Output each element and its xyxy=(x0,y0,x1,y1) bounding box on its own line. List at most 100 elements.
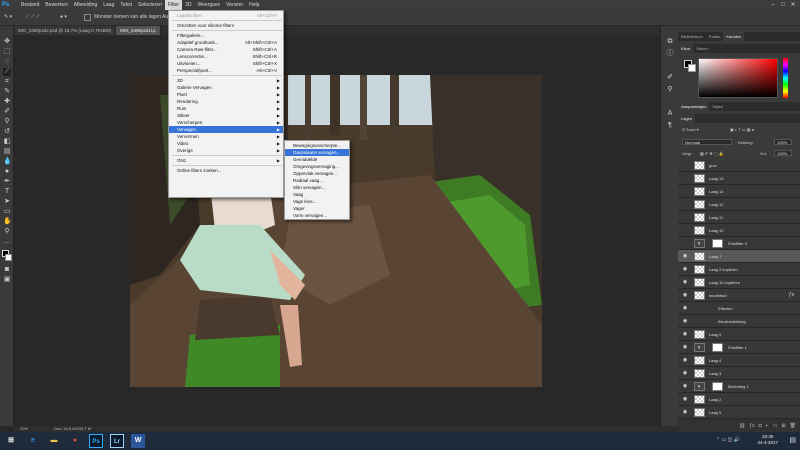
visibility-eye-icon[interactable] xyxy=(682,201,688,207)
filter-menu-item[interactable]: Online filters zoeken... xyxy=(169,167,283,174)
filter-menu-item[interactable]: Perspectiefpunt... Alt+Ctrl+V xyxy=(169,67,283,74)
tab-document-1[interactable]: IMG_5480psd2.psd @ 16,7% (Laag 0, RGB/8) xyxy=(14,26,117,35)
filter-menu-item[interactable]: Laatste filter Alt+Ctrl+F xyxy=(169,12,283,19)
taskbar-word-icon[interactable]: W xyxy=(131,434,145,448)
eyedropper-icon[interactable]: ✎ xyxy=(3,88,11,96)
layer-row[interactable]: ◉ knodebad ƒx xyxy=(678,289,800,302)
trash-icon[interactable]: 🗑 xyxy=(790,421,796,432)
visibility-eye-icon[interactable]: ◉ xyxy=(682,409,688,415)
tab-paths[interactable]: Paden xyxy=(706,32,724,41)
taskbar-chrome-icon[interactable]: ● xyxy=(68,434,82,448)
visibility-eye-icon[interactable] xyxy=(682,162,688,168)
info-panel-icon[interactable]: ⓘ xyxy=(666,50,674,58)
visibility-eye-icon[interactable] xyxy=(682,188,688,194)
menu-filter[interactable]: Filter xyxy=(164,0,183,10)
visibility-eye-icon[interactable]: ◉ xyxy=(682,305,688,311)
tab-channels[interactable]: Kanalen xyxy=(723,32,745,41)
menu-3d[interactable]: 3D xyxy=(182,0,194,10)
taskbar-explorer-icon[interactable]: ▬ xyxy=(47,434,61,448)
visibility-eye-icon[interactable]: ◉ xyxy=(682,266,688,272)
visibility-eye-icon[interactable]: ◉ xyxy=(682,292,688,298)
blur-menu-item[interactable]: Vager xyxy=(285,205,349,212)
clone-stamp-icon[interactable]: ⚲ xyxy=(3,118,11,126)
filter-menu-item[interactable]: Overige ▶ xyxy=(169,147,283,154)
layer-row[interactable]: grov xyxy=(678,159,800,172)
mask-icon[interactable]: ◘ xyxy=(759,421,762,432)
fx-icon[interactable]: ƒx xyxy=(789,292,794,298)
tab-swatches[interactable]: Stalen xyxy=(693,44,710,53)
visibility-eye-icon[interactable]: ◉ xyxy=(682,383,688,389)
opacity-input[interactable]: 100% xyxy=(774,139,792,145)
pen-tool-icon[interactable]: ✒ xyxy=(3,178,11,186)
menu-afbeelding[interactable]: Afbeelding xyxy=(71,0,101,10)
tab-layers[interactable]: Lagen xyxy=(678,114,696,123)
hue-slider[interactable] xyxy=(783,58,788,98)
visibility-eye-icon[interactable]: ◉ xyxy=(682,344,688,350)
quick-mask-icon[interactable]: ◙ xyxy=(3,266,11,274)
character-panel-icon[interactable]: A xyxy=(666,110,674,118)
close-icon[interactable]: ✕ xyxy=(788,0,798,10)
menu-bestand[interactable]: Bestand xyxy=(18,0,42,10)
gradient-icon[interactable]: ▤ xyxy=(3,148,11,156)
filter-menu-item[interactable]: Rendering ▶ xyxy=(169,98,283,105)
taskbar-lightroom-icon[interactable]: Lr xyxy=(110,434,124,448)
layer-row[interactable]: ◉ Laag 10 kopiëren xyxy=(678,276,800,289)
zoom-tool-icon[interactable]: ⚲ xyxy=(3,228,11,236)
brush-tool-icon[interactable]: ✐ xyxy=(3,108,11,116)
screen-mode-icon[interactable]: ▣ xyxy=(3,276,11,284)
filter-menu-item[interactable]: Lenscorrectie... Shift+Ctrl+R xyxy=(169,53,283,60)
layer-row[interactable]: Laag 10 xyxy=(678,224,800,237)
tab-color[interactable]: Kleur xyxy=(678,44,694,53)
blur-menu-item[interactable]: Omgevingsvervaging... xyxy=(285,163,349,170)
filter-menu-item[interactable]: Galerie Vervagen ▶ xyxy=(169,84,283,91)
maximize-icon[interactable]: □ xyxy=(778,0,788,10)
dodge-tool-icon[interactable]: ● xyxy=(3,168,11,176)
layer-row[interactable]: Laag 13 xyxy=(678,172,800,185)
visibility-eye-icon[interactable] xyxy=(682,240,688,246)
path-selection-icon[interactable]: ➤ xyxy=(3,198,11,206)
layer-mask-thumbnail[interactable] xyxy=(712,343,723,352)
blur-menu-item[interactable]: Vaag xyxy=(285,191,349,198)
visibility-eye-icon[interactable] xyxy=(682,227,688,233)
visibility-eye-icon[interactable]: ◉ xyxy=(682,396,688,402)
blur-menu-item[interactable]: Radiaal vaag... xyxy=(285,177,349,184)
tab-document-2[interactable]: IMG_5480psd1l.p xyxy=(116,26,161,35)
layer-row[interactable]: ◉ Effecten xyxy=(678,302,800,315)
layer-row[interactable]: ◉ Laag 2 kopiëren xyxy=(678,263,800,276)
crop-tool-icon[interactable]: ⌗ xyxy=(3,78,11,86)
adjustment-icon[interactable]: ◐ xyxy=(766,421,769,432)
fx-icon[interactable]: ƒx xyxy=(749,421,754,432)
eyedropper-tool-icon[interactable]: ✎ ▾ xyxy=(4,14,12,20)
layer-row[interactable]: ◉ ◐ Fotofilter 1 xyxy=(678,341,800,354)
background-color-swatch[interactable] xyxy=(5,254,12,261)
brush-panel-icon[interactable]: ✐ xyxy=(666,74,674,82)
filter-menu-item[interactable]: Omzetten voor slimme filters xyxy=(169,22,283,29)
more-tools-icon[interactable]: … xyxy=(3,238,11,246)
layer-filter-icons[interactable]: ▣ ◐ T ▭ ▦ ● xyxy=(730,127,754,132)
layer-row[interactable]: Laag 14 xyxy=(678,185,800,198)
sample-all-layers-checkbox[interactable] xyxy=(84,14,91,21)
folder-icon[interactable]: ▭ xyxy=(773,421,778,432)
filter-menu-item[interactable]: Stileer ▶ xyxy=(169,112,283,119)
filter-menu-item[interactable]: Camera Raw-filter... Shift+Ctrl+A xyxy=(169,46,283,53)
blur-menu-item[interactable]: Slim vervagen... xyxy=(285,184,349,191)
filter-kind-label[interactable]: ⚲ Soort ▾ xyxy=(682,127,699,132)
blur-menu-item[interactable]: Vorm vervagen... xyxy=(285,212,349,219)
visibility-eye-icon[interactable]: ◉ xyxy=(682,318,688,324)
tray-icons[interactable]: ⌃ ▭ ◫ 🔊 xyxy=(716,437,740,443)
color-picker-field[interactable] xyxy=(698,58,778,98)
layer-mask-thumbnail[interactable] xyxy=(712,239,723,248)
blur-menu-item[interactable]: Bewegingsonscherpte... xyxy=(285,142,349,149)
visibility-eye-icon[interactable] xyxy=(682,175,688,181)
blur-tool-icon[interactable]: 💧 xyxy=(3,158,12,166)
paragraph-panel-icon[interactable]: ¶ xyxy=(666,122,674,130)
quick-selection-tool-icon[interactable]: ⟋ xyxy=(3,68,11,76)
menu-selecteren[interactable]: Selecteren xyxy=(135,0,165,10)
layer-mask-thumbnail[interactable] xyxy=(712,382,723,391)
filter-menu-item[interactable]: Adaptief groothoek... Alt+Shift+Ctrl+A xyxy=(169,39,283,46)
menu-venster[interactable]: Venster xyxy=(223,0,246,10)
blend-mode-select[interactable]: Normaal xyxy=(682,139,732,145)
filter-menu-item[interactable]: Filtergalerie... xyxy=(169,32,283,39)
visibility-eye-icon[interactable]: ◉ xyxy=(682,331,688,337)
menu-help[interactable]: Help xyxy=(246,0,262,10)
